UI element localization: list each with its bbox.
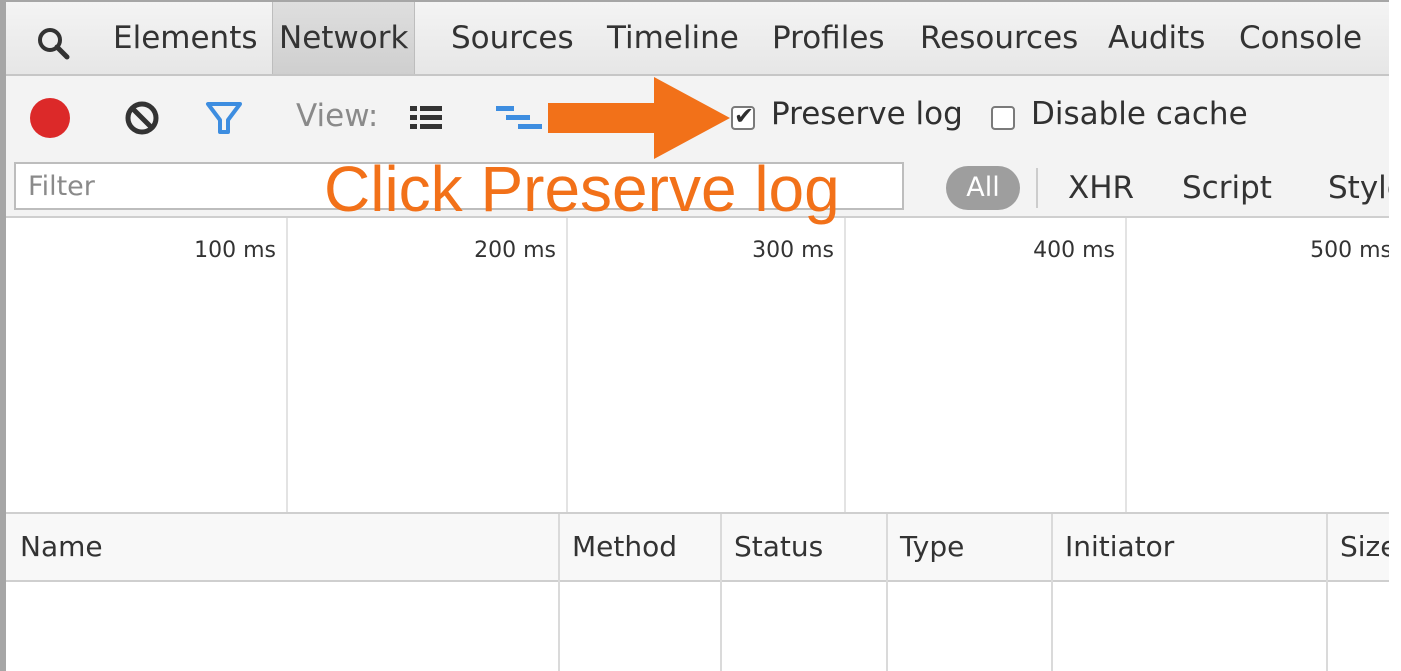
window-edge bbox=[1389, 0, 1401, 671]
tab-profiles[interactable]: Profiles bbox=[766, 2, 891, 74]
column-divider[interactable] bbox=[1051, 514, 1053, 671]
column-divider[interactable] bbox=[720, 514, 722, 671]
tab-resources[interactable]: Resources bbox=[914, 2, 1084, 74]
clear-icon[interactable] bbox=[122, 98, 162, 138]
column-header-status[interactable]: Status bbox=[720, 514, 823, 580]
record-icon[interactable] bbox=[30, 98, 70, 138]
search-icon[interactable] bbox=[36, 26, 72, 62]
column-header-initiator[interactable]: Initiator bbox=[1051, 514, 1174, 580]
list-view-icon[interactable] bbox=[410, 104, 442, 132]
overview-gridline bbox=[1125, 218, 1127, 512]
column-header-type[interactable]: Type bbox=[886, 514, 964, 580]
overview-tick-label: 500 ms bbox=[1310, 238, 1389, 263]
type-filter-all[interactable]: All bbox=[946, 166, 1020, 210]
column-header-method[interactable]: Method bbox=[558, 514, 677, 580]
waterfall-view-icon[interactable] bbox=[496, 104, 542, 132]
type-filter-xhr[interactable]: XHR bbox=[1068, 170, 1134, 206]
arrow-icon bbox=[548, 77, 730, 159]
column-header-size[interactable]: Size bbox=[1326, 514, 1389, 580]
type-filter-script[interactable]: Script bbox=[1182, 170, 1272, 206]
overview-tick-label: 100 ms bbox=[194, 238, 276, 263]
network-overview[interactable]: 100 ms 200 ms 300 ms 400 ms 500 ms bbox=[6, 218, 1389, 514]
tab-network[interactable]: Network bbox=[272, 2, 416, 74]
filter-icon[interactable] bbox=[204, 98, 244, 138]
overview-tick-label: 400 ms bbox=[1033, 238, 1115, 263]
tab-elements[interactable]: Elements bbox=[107, 2, 264, 74]
devtools-panel: Elements Network Sources Timeline Profil… bbox=[0, 0, 1389, 671]
overview-gridline bbox=[566, 218, 568, 512]
type-filter-divider bbox=[1036, 168, 1038, 208]
overview-gridline bbox=[844, 218, 846, 512]
overview-tick-label: 200 ms bbox=[474, 238, 556, 263]
type-filter-style[interactable]: Style bbox=[1328, 170, 1389, 206]
annotation-text: Click Preserve log bbox=[324, 153, 840, 225]
column-divider[interactable] bbox=[558, 514, 560, 671]
checkmark-icon: ✔ bbox=[734, 102, 755, 130]
tab-timeline[interactable]: Timeline bbox=[601, 2, 745, 74]
column-divider[interactable] bbox=[1326, 514, 1328, 671]
request-table-body[interactable] bbox=[6, 582, 1389, 671]
tab-audits[interactable]: Audits bbox=[1102, 2, 1211, 74]
preserve-log-checkbox[interactable]: ✔ bbox=[731, 102, 755, 130]
devtools-tab-bar: Elements Network Sources Timeline Profil… bbox=[6, 2, 1389, 76]
view-label: View: bbox=[296, 98, 379, 134]
tab-sources[interactable]: Sources bbox=[445, 2, 580, 74]
overview-gridline bbox=[286, 218, 288, 512]
tab-console[interactable]: Console bbox=[1233, 2, 1368, 74]
column-divider[interactable] bbox=[886, 514, 888, 671]
column-header-name[interactable]: Name bbox=[6, 514, 103, 580]
overview-tick-label: 300 ms bbox=[752, 238, 834, 263]
disable-cache-checkbox[interactable] bbox=[991, 106, 1015, 130]
preserve-log-label[interactable]: Preserve log bbox=[771, 96, 963, 132]
disable-cache-label[interactable]: Disable cache bbox=[1031, 96, 1248, 132]
request-table-header: Name Method Status Type Initiator Size bbox=[6, 514, 1389, 582]
